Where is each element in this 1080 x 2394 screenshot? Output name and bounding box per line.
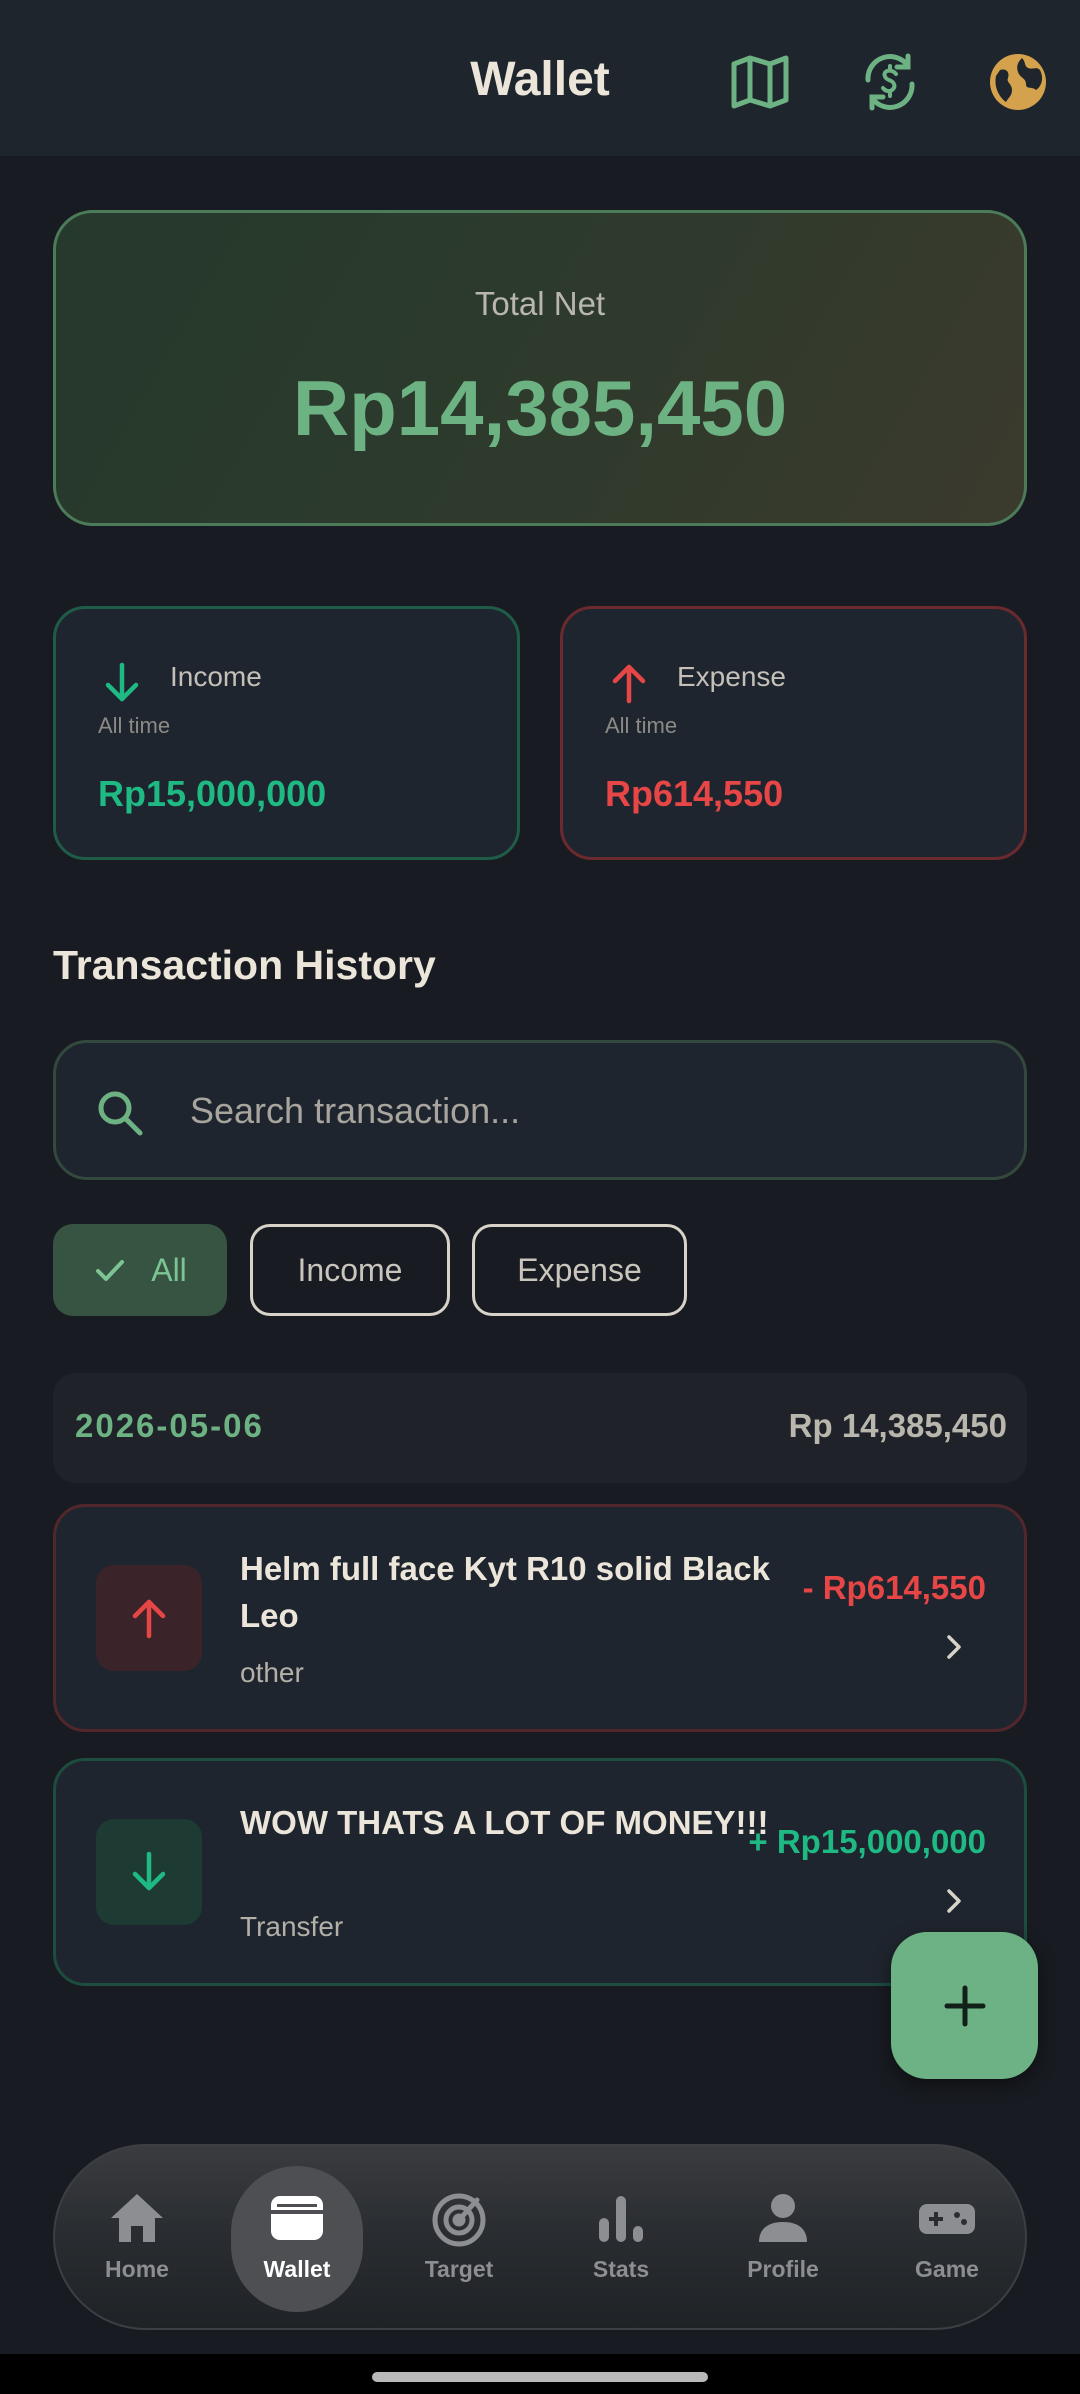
check-icon (93, 1253, 127, 1287)
nav-label: Target (424, 2256, 494, 2282)
home-indicator[interactable] (372, 2372, 708, 2382)
filter-chip-income[interactable]: Income (250, 1224, 450, 1316)
map-icon[interactable] (728, 50, 792, 114)
add-transaction-button[interactable] (891, 1932, 1038, 2079)
income-summary-card[interactable]: Income All time Rp15,000,000 (53, 606, 520, 860)
date-group-header: 2026-05-06 Rp 14,385,450 (53, 1373, 1027, 1483)
income-subtitle: All time (98, 713, 171, 738)
arrow-down-icon (98, 659, 146, 707)
expense-subtitle: All time (605, 713, 678, 738)
nav-item-stats[interactable]: Stats (555, 2166, 687, 2312)
expense-summary-card[interactable]: Expense All time Rp614,550 (560, 606, 1027, 860)
wallet-icon (267, 2188, 327, 2248)
profile-icon (753, 2188, 813, 2248)
transaction-amount: + Rp15,000,000 (748, 1823, 986, 1860)
income-title: Income (170, 661, 262, 692)
nav-item-home[interactable]: Home (71, 2166, 203, 2312)
expense-value: Rp614,550 (605, 773, 784, 814)
globe-icon[interactable] (986, 50, 1050, 114)
nav-item-target[interactable]: Target (393, 2166, 525, 2312)
total-net-value: Rp14,385,450 (292, 364, 788, 452)
arrow-down-icon (96, 1819, 202, 1925)
wallet-screen: Wallet Total Net Rp14,385,450 Income All… (0, 0, 1080, 2394)
filter-chip-all[interactable]: All (53, 1224, 227, 1316)
nav-label: Wallet (263, 2256, 331, 2282)
group-total: Rp 14,385,450 (788, 1407, 1007, 1444)
total-net-card: Total Net Rp14,385,450 (53, 210, 1027, 526)
transaction-category: other (240, 1657, 304, 1688)
search-icon (92, 1085, 148, 1141)
nav-label: Home (105, 2256, 169, 2282)
nav-item-game[interactable]: Game (881, 2166, 1013, 2312)
transaction-item[interactable]: Helm full face Kyt R10 solid Black Leo o… (53, 1504, 1027, 1732)
arrow-up-icon (605, 659, 653, 707)
transaction-category: Transfer (240, 1911, 344, 1942)
app-bar: Wallet (0, 0, 1080, 156)
expense-title: Expense (677, 661, 786, 692)
search-bar[interactable] (53, 1040, 1027, 1180)
chevron-right-icon (936, 1629, 972, 1665)
system-navigation-bar (0, 2354, 1080, 2394)
currency-exchange-icon[interactable] (858, 50, 922, 114)
transaction-amount: - Rp614,550 (802, 1569, 986, 1606)
group-date: 2026-05-06 (75, 1407, 264, 1444)
home-icon (107, 2188, 167, 2248)
transaction-title: Helm full face Kyt R10 solid Black Leo (240, 1550, 771, 1634)
plus-icon (944, 1985, 985, 2026)
nav-label: Stats (592, 2256, 650, 2282)
target-icon (429, 2188, 489, 2248)
filter-chip-label: Income (297, 1251, 403, 1288)
bottom-navigation: Home Wallet Target Stats Profile Game (53, 2144, 1027, 2330)
search-input[interactable] (190, 1073, 990, 1149)
income-value: Rp15,000,000 (98, 773, 327, 814)
chevron-right-icon (936, 1883, 972, 1919)
filter-chip-expense[interactable]: Expense (472, 1224, 687, 1316)
stats-icon (591, 2188, 651, 2248)
transaction-title: WOW THATS A LOT OF MONEY!!! (240, 1804, 769, 1841)
arrow-up-icon (96, 1565, 202, 1671)
nav-item-profile[interactable]: Profile (717, 2166, 849, 2312)
gamepad-icon (917, 2188, 977, 2248)
total-net-label: Total Net (474, 285, 606, 322)
transaction-item[interactable]: WOW THATS A LOT OF MONEY!!! Transfer + R… (53, 1758, 1027, 1986)
nav-item-wallet[interactable]: Wallet (231, 2166, 363, 2312)
transaction-history-title: Transaction History (53, 942, 436, 988)
filter-chip-label: Expense (517, 1251, 642, 1288)
nav-label: Game (915, 2256, 979, 2282)
nav-label: Profile (747, 2256, 819, 2282)
filter-chip-label: All (151, 1251, 187, 1288)
